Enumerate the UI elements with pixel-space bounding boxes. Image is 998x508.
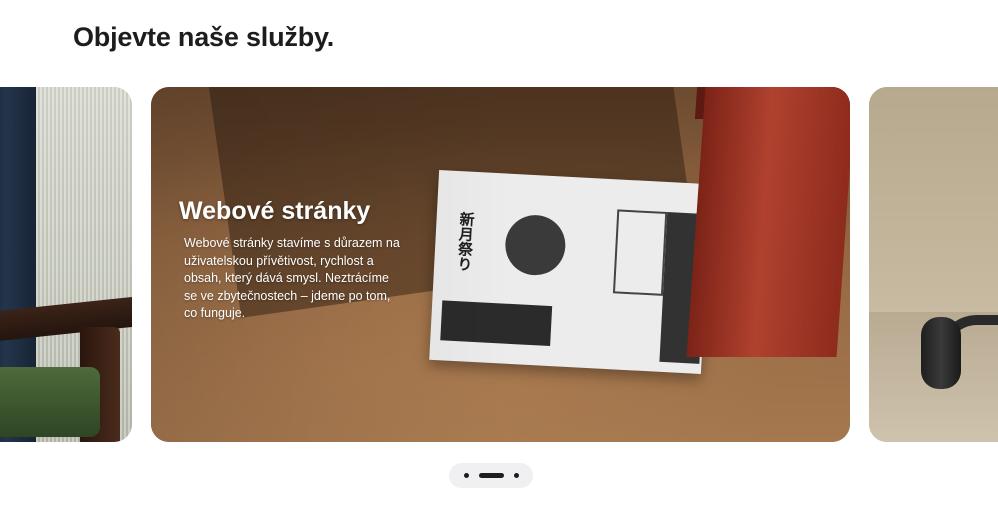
section-title: Objevte naše služby.	[73, 22, 335, 52]
pager-dot-3[interactable]	[513, 473, 519, 478]
carousel-pagination	[449, 463, 533, 488]
carousel-card-next[interactable]	[869, 87, 998, 442]
card-title: Webové stránky	[179, 197, 371, 225]
pager-dot-2-active[interactable]	[478, 473, 504, 478]
headphones-cup-image	[921, 317, 961, 389]
carousel-card-previous[interactable]	[0, 87, 132, 442]
brick-image	[686, 87, 850, 357]
pager-dot-1[interactable]	[463, 473, 469, 478]
green-seat-image	[0, 367, 100, 437]
card-description: Webové stránky stavíme s důrazem na uživ…	[184, 236, 400, 320]
carousel-card-active[interactable]: 新月祭り Webové stránky Webové stránky staví…	[151, 87, 850, 442]
